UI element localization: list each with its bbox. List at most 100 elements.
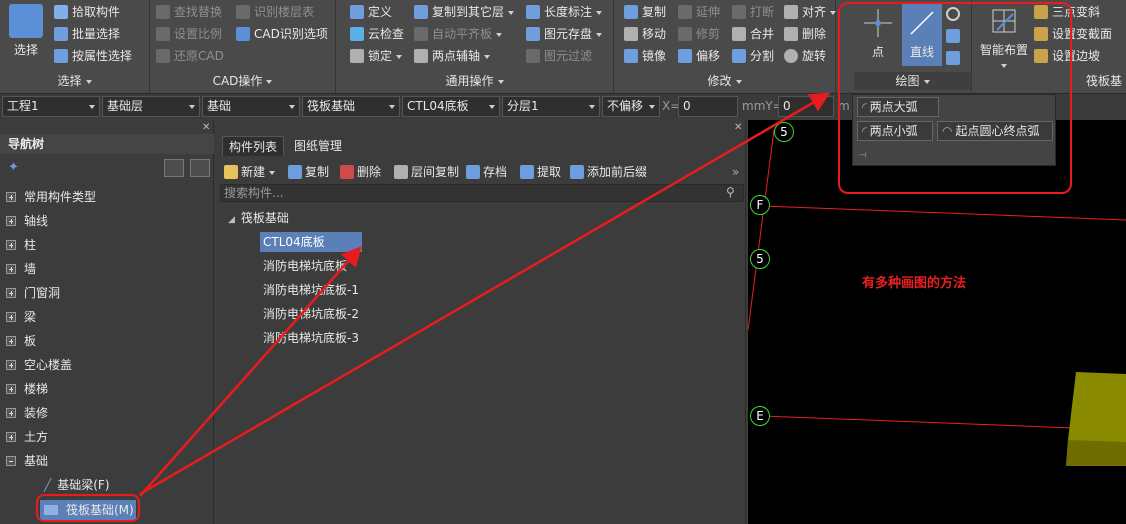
tab-component-list[interactable]: 构件列表 (222, 136, 285, 156)
axis-marker-5-top[interactable]: 5 (774, 122, 794, 142)
project-select[interactable]: 工程1 (2, 96, 100, 117)
delete-icon (340, 165, 354, 179)
category-select[interactable]: 基础 (202, 96, 300, 117)
copy-to-layer-button[interactable]: 复制到其它层 (414, 2, 515, 22)
rotate-icon (784, 49, 798, 63)
mirror-button[interactable]: 镜像 (624, 46, 666, 66)
break-button[interactable]: 打断 (732, 2, 774, 22)
tree-item-wall[interactable]: 墙 (6, 259, 36, 279)
find-replace-button[interactable]: 查找替换 (156, 2, 222, 22)
pick-component-button[interactable]: 拾取构件 (54, 2, 120, 22)
axis-marker-5[interactable]: 5 (750, 249, 770, 269)
copy-icon (288, 165, 302, 179)
delete-component-button[interactable]: 删除 (340, 162, 381, 182)
select-by-attr-button[interactable]: 按属性选择 (54, 46, 132, 66)
new-button[interactable]: 新建 (224, 162, 276, 182)
split-button[interactable]: 分割 (732, 46, 774, 66)
list-item[interactable]: CTL04底板 (260, 232, 362, 252)
y-input[interactable]: 0 (778, 96, 834, 117)
tree-item-slab[interactable]: 板 (6, 331, 36, 351)
annotation-text: 有多种画图的方法 (862, 276, 967, 291)
save-element-button[interactable]: 图元存盘 (526, 24, 603, 44)
copy-button[interactable]: 复制 (624, 2, 666, 22)
group-title-raft[interactable]: 筏板基 (1086, 72, 1126, 90)
tree-item-beam[interactable]: 梁 (6, 307, 36, 327)
group-node-raft[interactable]: ◢ 筏板基础 (228, 208, 289, 228)
select-button[interactable]: 选择 (6, 4, 46, 58)
tree-item-column[interactable]: 柱 (6, 235, 36, 255)
copy-component-button[interactable]: 复制 (288, 162, 329, 182)
batch-select-button[interactable]: 批量选择 (54, 24, 120, 44)
filter-icon (526, 49, 540, 63)
add-prefix-button[interactable]: 添加前后缀 (570, 162, 647, 182)
tree-item-opening[interactable]: 门窗洞 (6, 283, 60, 303)
tree-item-foundation-beam[interactable]: ╱ 基础梁(F) (44, 475, 110, 495)
grid-view-icon[interactable] (190, 159, 210, 177)
attr-icon (54, 49, 68, 63)
floor-copy-icon (394, 165, 408, 179)
group-title-select[interactable]: 选择 (0, 72, 149, 90)
list-item[interactable]: 消防电梯坑底板-2 (260, 304, 362, 324)
delete-button[interactable]: 删除 (784, 24, 826, 44)
x-input[interactable]: 0 (678, 96, 738, 117)
extract-button[interactable]: 提取 (520, 162, 561, 182)
collapse-icon: ◢ (228, 215, 235, 225)
list-item[interactable]: 消防电梯坑底板-3 (260, 328, 362, 348)
axis-marker-E[interactable]: E (750, 406, 770, 426)
lock-button[interactable]: 锁定 (350, 46, 403, 66)
tree-item-stairs[interactable]: 楼梯 (6, 379, 48, 399)
tab-drawing-manage[interactable]: 图纸管理 (288, 136, 348, 156)
set-scale-button[interactable]: 设置比例 (156, 24, 222, 44)
align-button[interactable]: 对齐 (784, 2, 837, 22)
floor-select[interactable]: 基础层 (102, 96, 200, 117)
merge-button[interactable]: 合并 (732, 24, 774, 44)
close-icon[interactable]: ✕ (734, 122, 742, 133)
search-icon[interactable]: ⚲ (726, 185, 735, 199)
cad-options-button[interactable]: CAD识别选项 (236, 24, 328, 44)
define-icon (350, 5, 364, 19)
restore-icon (156, 49, 170, 63)
merge-icon (732, 27, 746, 41)
tree-item-finishing[interactable]: 装修 (6, 403, 48, 423)
close-icon[interactable]: ✕ (202, 122, 210, 133)
offset-button[interactable]: 偏移 (678, 46, 720, 66)
group-title-general[interactable]: 通用操作 (336, 72, 613, 90)
tree-item-hollow-floor[interactable]: 空心楼盖 (6, 355, 72, 375)
list-item[interactable]: 消防电梯坑底板-1 (260, 280, 362, 300)
tree-item-common[interactable]: 常用构件类型 (6, 187, 96, 207)
archive-button[interactable]: 存档 (466, 162, 507, 182)
batch-icon (54, 27, 68, 41)
two-point-axis-button[interactable]: 两点辅轴 (414, 46, 491, 66)
axis-marker-F[interactable]: F (750, 195, 770, 215)
rotate-button[interactable]: 旋转 (784, 46, 826, 66)
split-icon (732, 49, 746, 63)
offset-select[interactable]: 不偏移 (602, 96, 660, 117)
tree-item-earthwork[interactable]: 土方 (6, 427, 48, 447)
element-filter-button[interactable]: 图元过滤 (526, 46, 592, 66)
restore-cad-button[interactable]: 还原CAD (156, 46, 224, 66)
layer-select[interactable]: 分层1 (502, 96, 600, 117)
identify-floor-table-button[interactable]: 识别楼层表 (236, 2, 314, 22)
move-button[interactable]: 移动 (624, 24, 666, 44)
length-dim-button[interactable]: 长度标注 (526, 2, 603, 22)
cloud-check-button[interactable]: 云检查 (350, 24, 404, 44)
tree-item-foundation[interactable]: 基础 (6, 451, 48, 471)
more-icon[interactable]: » (732, 162, 739, 182)
ribbon-group-select: 选择 拾取构件 批量选择 按属性选择 选择 (0, 0, 150, 94)
component-select[interactable]: CTL04底板 (402, 96, 500, 117)
search-input[interactable] (220, 184, 744, 202)
trim-button[interactable]: 修剪 (678, 24, 720, 44)
list-view-icon[interactable] (164, 159, 184, 177)
list-item[interactable]: 消防电梯坑底板 (260, 256, 350, 276)
define-button[interactable]: 定义 (350, 2, 392, 22)
type-select[interactable]: 筏板基础 (302, 96, 400, 117)
tree-item-axis[interactable]: 轴线 (6, 211, 48, 231)
extend-button[interactable]: 延伸 (678, 2, 720, 22)
group-title-cad[interactable]: CAD操作 (150, 72, 335, 90)
floor-copy-button[interactable]: 层间复制 (394, 162, 459, 182)
cad-icon (236, 27, 250, 41)
auto-align-slab-button[interactable]: 自动平齐板 (414, 24, 503, 44)
expand-icon[interactable]: ✦ (8, 160, 19, 175)
group-title-modify[interactable]: 修改 (614, 72, 835, 90)
copy-icon (624, 5, 638, 19)
